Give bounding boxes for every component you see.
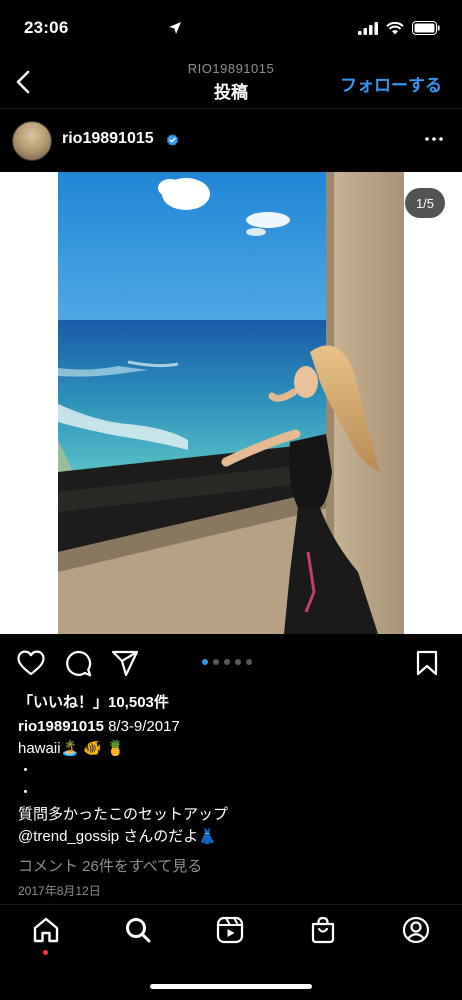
send-icon: [111, 650, 139, 676]
share-button[interactable]: [110, 648, 140, 678]
post-username[interactable]: rio19891015: [62, 130, 154, 148]
carousel-dot: [202, 659, 208, 665]
verified-badge-icon: [166, 134, 179, 146]
location-arrow-icon: [169, 22, 181, 34]
comment-icon: [65, 650, 91, 676]
signal-icon: [358, 21, 378, 35]
header-divider: [0, 108, 462, 109]
status-icons: [169, 20, 440, 36]
nav-profile-button[interactable]: [400, 914, 432, 946]
home-indicator: [150, 984, 312, 989]
shop-icon: [311, 916, 335, 944]
caption-text: 8/3-9/2017: [108, 718, 180, 735]
status-time: 23:06: [24, 18, 69, 37]
avatar[interactable]: [12, 121, 52, 161]
bookmark-icon: [416, 650, 438, 676]
save-button[interactable]: [412, 648, 442, 678]
heart-icon: [17, 650, 45, 676]
caption-line: ・: [18, 784, 34, 801]
more-options-button[interactable]: [422, 128, 446, 150]
caption-line: @trend_gossip さんのだよ👗: [18, 828, 217, 845]
view-comments-link[interactable]: コメント 26件をすべて見る: [18, 855, 202, 876]
nav-search-button[interactable]: [122, 914, 154, 946]
post-date: 2017年8月12日: [18, 884, 101, 898]
caption-username[interactable]: rio19891015: [18, 718, 104, 735]
post-photo: [58, 172, 404, 634]
profile-icon: [402, 916, 430, 944]
nav-home-button[interactable]: [30, 914, 62, 946]
notification-dot: [43, 950, 48, 955]
caption-first-line: rio19891015 8/3-9/2017: [18, 718, 180, 735]
nav-reels-button[interactable]: [214, 914, 246, 946]
carousel-dot: [224, 659, 230, 665]
battery-icon: [412, 21, 440, 35]
caption-line: 質問多かったこのセットアップ: [18, 806, 229, 823]
caption-line: hawaii🏝️ 🐠 🍍: [18, 740, 125, 757]
carousel-dot: [246, 659, 252, 665]
post-image-container[interactable]: [0, 172, 462, 634]
search-icon: [126, 918, 151, 943]
carousel-indicator: [202, 659, 252, 665]
nav-divider: [0, 904, 462, 905]
nav-shop-button[interactable]: [307, 914, 339, 946]
image-counter: 1/5: [405, 188, 445, 218]
more-options-icon: [425, 137, 443, 141]
home-icon: [33, 917, 59, 943]
reels-icon: [216, 916, 244, 944]
wifi-icon: [386, 21, 404, 34]
like-count[interactable]: 「いいね！」10,503件: [18, 691, 169, 712]
comment-button[interactable]: [63, 648, 93, 678]
caption-line: ・: [18, 762, 34, 779]
follow-button[interactable]: フォローする: [340, 71, 442, 96]
like-button[interactable]: [16, 648, 46, 678]
carousel-dot: [213, 659, 219, 665]
carousel-dot: [235, 659, 241, 665]
